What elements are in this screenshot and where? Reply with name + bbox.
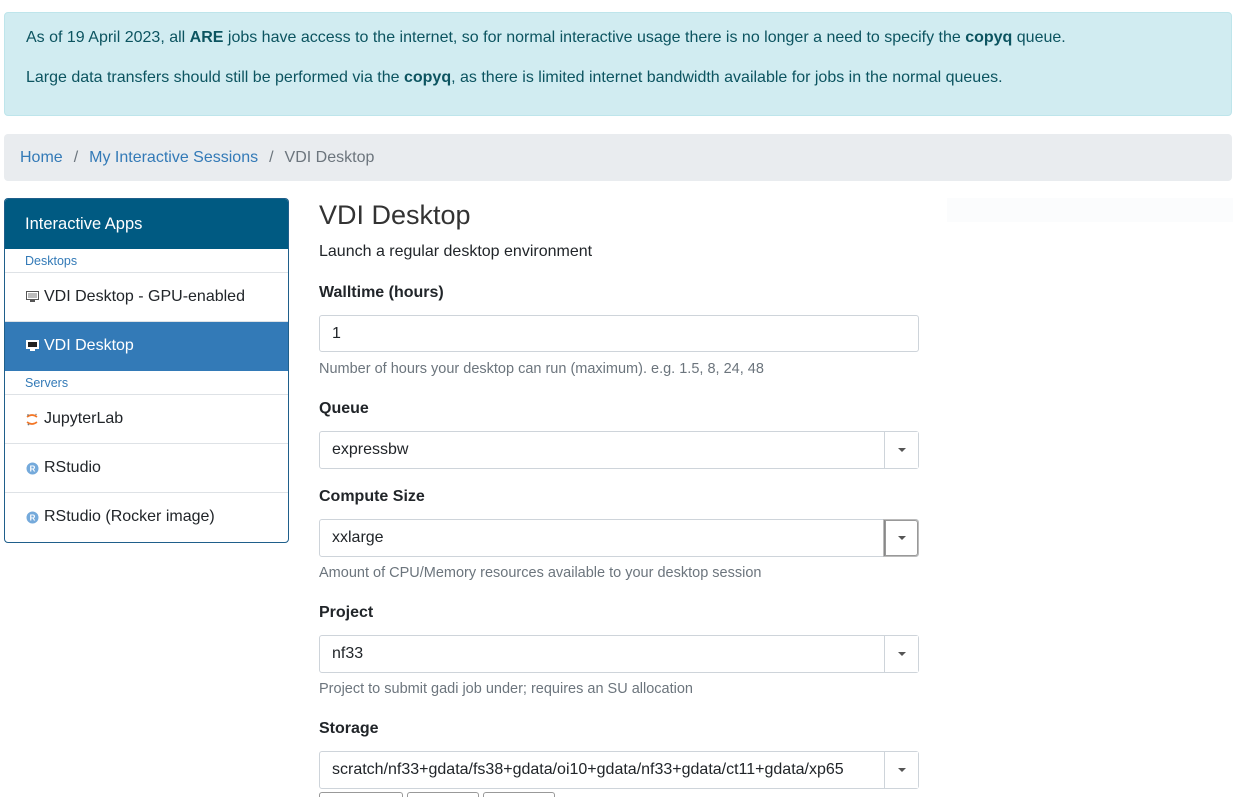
compute-size-label: Compute Size (319, 488, 425, 505)
queue-select[interactable]: expressbw (319, 431, 919, 469)
chevron-down-icon (897, 652, 906, 656)
page-subtitle: Launch a regular desktop environment (319, 243, 593, 260)
jupyter-icon (25, 412, 39, 426)
walltime-input[interactable]: 1 (319, 315, 919, 352)
queue-value: expressbw (332, 441, 409, 458)
compute-size-dropdown-button[interactable] (884, 520, 918, 556)
sidebar-item-rstudio-rocker[interactable]: R RStudio (Rocker image) (5, 493, 288, 542)
breadcrumb-separator: / (269, 149, 274, 166)
svg-text:R: R (29, 464, 35, 473)
breadcrumb-sessions-link[interactable]: My Interactive Sessions (89, 149, 258, 166)
project-dropdown-button[interactable] (884, 636, 918, 672)
chevron-down-icon (897, 448, 906, 452)
breadcrumb-home-link[interactable]: Home (20, 149, 63, 166)
sidebar-section-desktops: Desktops (5, 249, 288, 273)
sidebar-item-label: VDI Desktop - GPU-enabled (44, 288, 245, 305)
queue-dropdown-button[interactable] (884, 432, 918, 468)
r-icon: R (25, 510, 39, 524)
storage-dropdown-button[interactable] (884, 752, 918, 788)
breadcrumb-separator: / (73, 149, 79, 166)
monitor-icon (25, 290, 39, 304)
monitor-icon (25, 339, 39, 353)
chevron-down-icon (897, 768, 906, 772)
storage-label: Storage (319, 720, 379, 737)
svg-text:R: R (29, 513, 35, 522)
sidebar-item-label: VDI Desktop (44, 337, 134, 354)
queue-label: Queue (319, 400, 369, 417)
sidebar-item-label: RStudio (44, 459, 101, 476)
copyq-emphasis: copyq (403, 69, 452, 86)
project-value: nf33 (332, 645, 364, 662)
compute-size-help: Amount of CPU/Memory resources available… (319, 565, 762, 581)
breadcrumb: Home / My Interactive Sessions / VDI Desktop (4, 134, 1232, 181)
storage-select[interactable]: scratch/nf33+gdata/fs38+gdata/oi10+gdata… (319, 751, 919, 789)
copyq-emphasis: copyq (965, 29, 1013, 46)
sidebar-header: Interactive Apps (5, 199, 288, 249)
sidebar-item-jupyterlab[interactable]: JupyterLab (5, 395, 288, 444)
walltime-help: Number of hours your desktop can run (ma… (319, 361, 764, 377)
breadcrumb-current: VDI Desktop (284, 149, 375, 166)
interactive-apps-sidebar: Interactive Apps Desktops VDI Desktop - … (4, 198, 289, 543)
compute-size-select[interactable]: xxlarge (319, 519, 919, 557)
alert-line-1: As of 19 April 2023, all ARE jobs have a… (26, 29, 1066, 46)
project-label: Project (319, 604, 374, 621)
are-emphasis: ARE (189, 29, 224, 46)
sidebar-section-servers: Servers (5, 371, 288, 395)
r-icon: R (25, 461, 39, 475)
sidebar-item-vdi-desktop[interactable]: VDI Desktop (5, 322, 288, 371)
storage-value: scratch/nf33+gdata/fs38+gdata/oi10+gdata… (332, 761, 844, 778)
walltime-label: Walltime (hours) (319, 284, 444, 301)
project-select[interactable]: nf33 (319, 635, 919, 673)
sidebar-item-label: RStudio (Rocker image) (44, 508, 215, 525)
background-panel (947, 198, 1233, 222)
sidebar-item-label: JupyterLab (44, 410, 124, 427)
alert-line-2: Large data transfers should still be per… (26, 69, 1003, 86)
sidebar-item-vdi-desktop-gpu[interactable]: VDI Desktop - GPU-enabled (5, 273, 288, 322)
compute-size-value: xxlarge (332, 529, 384, 546)
sidebar-item-rstudio[interactable]: R RStudio (5, 444, 288, 493)
project-help: Project to submit gadi job under; requir… (319, 681, 693, 697)
internet-access-alert: As of 19 April 2023, all ARE jobs have a… (4, 12, 1232, 116)
chevron-down-icon (897, 536, 906, 540)
page-title: VDI Desktop (319, 200, 471, 230)
